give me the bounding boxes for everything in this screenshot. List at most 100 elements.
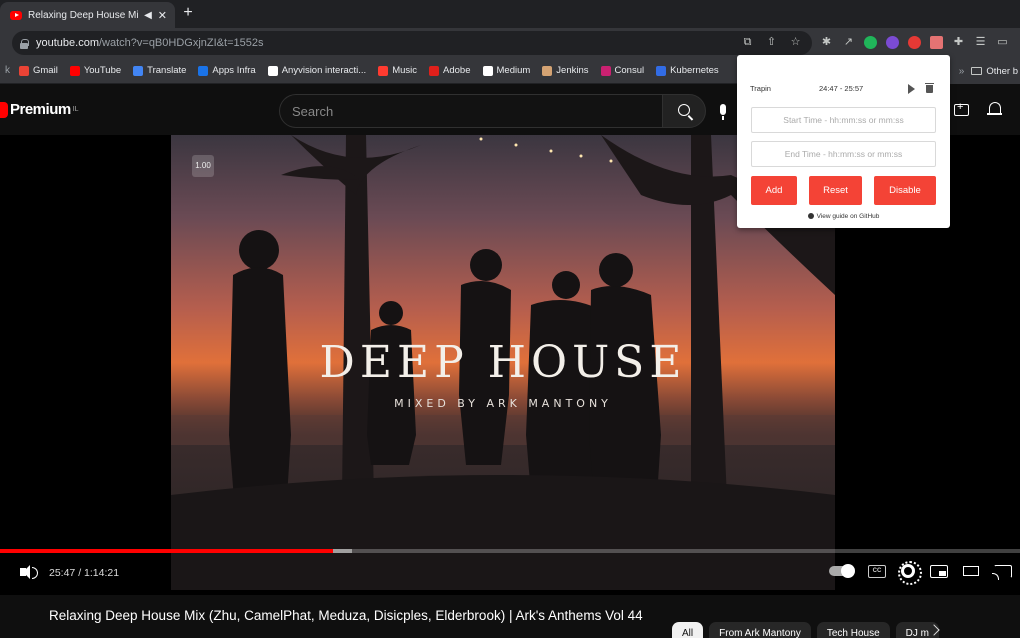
- logo-text: Premium: [10, 101, 71, 118]
- play-icon[interactable]: [908, 84, 915, 94]
- bookmark-label: Anyvision interacti...: [281, 65, 367, 76]
- chip-from-ark-mantony[interactable]: From Ark Mantony: [709, 622, 811, 638]
- address-bar[interactable]: youtube.com /watch?v=qB0HDGxjnZI&t=1552s…: [12, 31, 812, 55]
- logo-region: IL: [72, 106, 79, 113]
- tab-strip: Relaxing Deep House Mix ( ◀ ✕ +: [0, 0, 1020, 28]
- extension-icons: ✱ ↗ ✚ ☰ ▭: [820, 36, 1009, 49]
- bookmark-kubernetes[interactable]: Kubernetes: [650, 65, 725, 76]
- silhouettes: [171, 230, 835, 590]
- trash-icon[interactable]: [925, 83, 934, 93]
- bookmark-overflow-left: k: [5, 65, 10, 76]
- close-icon[interactable]: ✕: [158, 9, 167, 22]
- new-tab-icon[interactable]: +: [180, 4, 196, 22]
- cast-icon[interactable]: [992, 564, 1012, 580]
- bookmark-label: Adobe: [443, 65, 471, 76]
- loop-range: 24:47 - 25:57: [819, 84, 864, 93]
- trapin-extension-popup: Trapin 24:47 - 25:57 Add Reset Disable V…: [737, 55, 950, 228]
- speaker-icon[interactable]: ◀: [144, 10, 152, 21]
- star-icon[interactable]: ☆: [789, 36, 802, 49]
- trapin-extension-icon[interactable]: [930, 36, 943, 49]
- bookmark-label: Translate: [147, 65, 187, 76]
- create-video-icon[interactable]: [954, 101, 969, 116]
- bookmark-consul[interactable]: Consul: [595, 65, 651, 76]
- related-chips: All From Ark Mantony Tech House DJ m: [672, 622, 939, 638]
- youtube-premium-logo[interactable]: Premium IL: [0, 101, 79, 118]
- bookmark-youtube[interactable]: YouTube: [64, 65, 127, 76]
- video-frame[interactable]: 1.00 DEEP HOUSE MIXED BY ARK MANTONY: [171, 135, 835, 590]
- progress-played: [0, 549, 333, 553]
- github-icon: [267, 65, 278, 76]
- omnibox-actions: ⧉ ⇧ ☆: [741, 36, 802, 49]
- lock-icon[interactable]: [20, 38, 29, 49]
- view-guide-link[interactable]: View guide on GitHub: [737, 213, 950, 220]
- youtube-favicon-icon: [10, 10, 22, 20]
- consul-icon: [600, 65, 611, 76]
- youtube-icon: [69, 65, 80, 76]
- bookmark-translate[interactable]: Translate: [127, 65, 192, 76]
- bookmark-apps-infra[interactable]: Apps Infra: [192, 65, 261, 76]
- bookmark-jenkins[interactable]: Jenkins: [536, 65, 594, 76]
- extension-purple-icon[interactable]: [886, 36, 899, 49]
- add-button[interactable]: Add: [751, 176, 797, 205]
- bookmark-medium[interactable]: Medium: [477, 65, 537, 76]
- video-overlay-subtitle: MIXED BY ARK MANTONY: [394, 397, 612, 410]
- share-icon[interactable]: ⇧: [765, 36, 778, 49]
- gmail-icon: [19, 65, 29, 76]
- extension-arrow-icon[interactable]: ↗: [842, 36, 855, 49]
- video-info: Relaxing Deep House Mix (Zhu, CamelPhat,…: [0, 595, 1020, 638]
- video-title: Relaxing Deep House Mix (Zhu, CamelPhat,…: [49, 608, 643, 623]
- tab-title: Relaxing Deep House Mix (: [28, 9, 139, 21]
- github-icon: [807, 213, 814, 219]
- translate-icon: [133, 65, 144, 76]
- miniplayer-icon[interactable]: [930, 564, 948, 578]
- kubernetes-icon: [656, 65, 667, 76]
- chevron-right-icon[interactable]: »: [956, 66, 968, 77]
- autoplay-toggle-icon[interactable]: [829, 564, 855, 578]
- bookmark-label: Kubernetes: [670, 65, 719, 76]
- extension-green-icon[interactable]: [864, 36, 877, 49]
- end-time-input[interactable]: [751, 141, 936, 167]
- music-icon: [378, 65, 389, 76]
- chip-all[interactable]: All: [672, 622, 704, 638]
- other-bookmarks[interactable]: » Other b: [949, 58, 1020, 84]
- reading-list-icon[interactable]: ☰: [974, 36, 987, 49]
- browser-window: Relaxing Deep House Mix ( ◀ ✕ + youtube.…: [0, 0, 1020, 638]
- url-host: youtube.com: [36, 37, 99, 49]
- search-button[interactable]: [662, 94, 706, 128]
- start-time-input[interactable]: [751, 107, 936, 133]
- volume-icon[interactable]: [20, 565, 38, 579]
- player-controls-right: CC: [829, 561, 1012, 585]
- bookmark-label: YouTube: [83, 65, 122, 76]
- extension-gear-icon[interactable]: ✱: [820, 36, 833, 49]
- extension-red-icon[interactable]: [908, 36, 921, 49]
- bookmark-music[interactable]: Music: [372, 65, 423, 76]
- view-guide-label: View guide on GitHub: [816, 213, 880, 220]
- disable-button[interactable]: Disable: [874, 176, 936, 205]
- speed-badge: 1.00: [192, 155, 214, 177]
- browser-tab-active[interactable]: Relaxing Deep House Mix ( ◀ ✕: [0, 2, 175, 28]
- bookmark-label: Music: [392, 65, 418, 76]
- microphone-icon[interactable]: [720, 104, 726, 120]
- google-lens-icon[interactable]: ⧉: [741, 36, 754, 49]
- bookmark-gmail[interactable]: Gmail: [13, 65, 64, 76]
- medium-icon: [482, 65, 493, 76]
- bookmark-label: Gmail: [33, 65, 58, 76]
- folder-icon: [971, 67, 983, 75]
- puzzle-icon[interactable]: ✚: [952, 36, 965, 49]
- bell-icon[interactable]: [987, 102, 1002, 115]
- subtitles-icon[interactable]: CC: [868, 564, 886, 578]
- profile-icon[interactable]: ▭: [996, 36, 1009, 49]
- bookmark-adobe[interactable]: Adobe: [423, 65, 476, 76]
- loop-name: Trapin: [750, 84, 771, 93]
- bookmark-anyvision[interactable]: Anyvision interacti...: [262, 65, 372, 76]
- theater-mode-icon[interactable]: [963, 566, 979, 576]
- chip-tech-house[interactable]: Tech House: [816, 622, 890, 638]
- reset-button[interactable]: Reset: [809, 176, 862, 205]
- bookmark-label: Medium: [496, 65, 531, 76]
- progress-bar[interactable]: [0, 549, 1020, 553]
- bookmark-label: Apps Infra: [212, 65, 256, 76]
- bookmark-label: Consul: [614, 65, 645, 76]
- browser-toolbar: youtube.com /watch?v=qB0HDGxjnZI&t=1552s…: [0, 28, 1020, 58]
- search-input[interactable]: [292, 103, 662, 119]
- settings-gear-icon[interactable]: [898, 561, 922, 585]
